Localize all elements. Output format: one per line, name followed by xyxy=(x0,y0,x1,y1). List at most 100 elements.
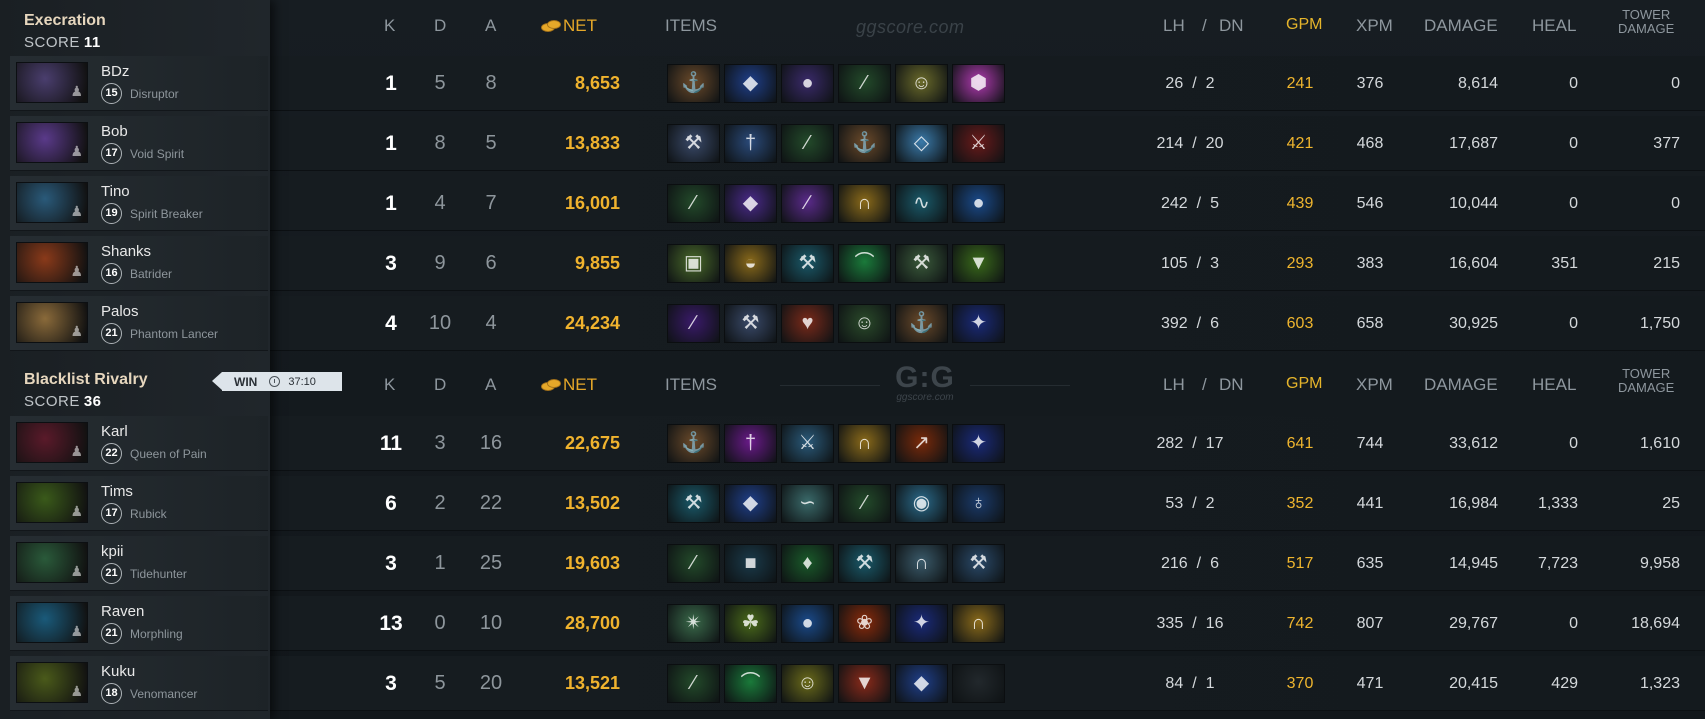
player-card[interactable]: ♟ Shanks 16 Batrider xyxy=(10,236,268,291)
item-slot[interactable]: ⁄ xyxy=(838,64,891,103)
item-slot[interactable]: ⚓ xyxy=(667,64,720,103)
blade-icon: ∕ xyxy=(805,192,810,214)
hero-portrait[interactable]: ♟ xyxy=(16,122,88,163)
item-slot[interactable]: ● xyxy=(952,184,1005,223)
item-slot[interactable]: ▣ xyxy=(667,244,720,283)
player-name[interactable]: Kuku xyxy=(101,663,135,680)
item-slot[interactable]: ⁄ xyxy=(781,124,834,163)
item-slot[interactable]: ⚒ xyxy=(952,544,1005,583)
player-name[interactable]: Raven xyxy=(101,603,144,620)
hero-portrait[interactable]: ♟ xyxy=(16,662,88,703)
player-name[interactable]: Karl xyxy=(101,423,128,440)
item-slot[interactable]: ◉ xyxy=(895,484,948,523)
player-card[interactable]: ♟ Palos 21 Phantom Lancer xyxy=(10,296,268,351)
item-slot[interactable]: ◇ xyxy=(895,124,948,163)
item-slot[interactable]: ⚒ xyxy=(667,484,720,523)
item-slot[interactable]: ∕ xyxy=(667,304,720,343)
player-name[interactable]: Bob xyxy=(101,123,128,140)
item-slot[interactable]: ☺ xyxy=(781,664,834,703)
cloak-icon: ◆ xyxy=(742,492,759,514)
item-slot[interactable]: † xyxy=(724,124,777,163)
player-name[interactable]: Shanks xyxy=(101,243,151,260)
item-slot[interactable]: ⚒ xyxy=(838,544,891,583)
item-slot[interactable]: ♁ xyxy=(952,484,1005,523)
item-slot[interactable]: ◆ xyxy=(724,484,777,523)
tower-header-line2: DAMAGE xyxy=(1618,21,1675,36)
item-slot[interactable]: ❀ xyxy=(838,604,891,643)
item-slot[interactable]: ⚓ xyxy=(838,124,891,163)
item-slot[interactable]: ▼ xyxy=(952,244,1005,283)
player-card[interactable]: ♟ BDz 15 Disruptor xyxy=(10,56,268,111)
item-slot[interactable]: ⌒ xyxy=(724,664,777,703)
player-name[interactable]: Tims xyxy=(101,483,133,500)
item-slot[interactable]: ⚒ xyxy=(724,304,777,343)
item-slot[interactable]: ∕ xyxy=(781,184,834,223)
item-slot[interactable]: ⬢ xyxy=(952,64,1005,103)
hero-name: Phantom Lancer xyxy=(130,327,219,341)
orb-icon: ● xyxy=(801,612,814,634)
item-slot[interactable]: ∩ xyxy=(895,544,948,583)
player-card[interactable]: ♟ Raven 21 Morphling xyxy=(10,596,268,651)
team-name[interactable]: Blacklist Rivalry xyxy=(24,371,148,389)
item-slot[interactable]: ⚓ xyxy=(667,424,720,463)
hero-name: Void Spirit xyxy=(130,147,185,161)
item-slot[interactable]: ⚒ xyxy=(667,124,720,163)
player-card[interactable]: ♟ Bob 17 Void Spirit xyxy=(10,116,268,171)
player-card[interactable]: ♟ Tino 19 Spirit Breaker xyxy=(10,176,268,231)
item-slot[interactable]: ↗ xyxy=(895,424,948,463)
item-slot[interactable]: ▼ xyxy=(838,664,891,703)
item-slot[interactable]: ☺ xyxy=(838,304,891,343)
item-slot[interactable]: ⁄ xyxy=(667,664,720,703)
item-slot[interactable]: ◆ xyxy=(724,64,777,103)
item-slot[interactable]: ⁄ xyxy=(667,544,720,583)
item-slot[interactable]: ∩ xyxy=(838,184,891,223)
item-slot[interactable]: ✦ xyxy=(952,304,1005,343)
item-slot[interactable]: ⚒ xyxy=(781,244,834,283)
hero-portrait[interactable]: ♟ xyxy=(16,182,88,223)
player-card[interactable]: ♟ kpii 21 Tidehunter xyxy=(10,536,268,591)
item-slot[interactable]: ♦ xyxy=(781,544,834,583)
item-slot[interactable]: ☘ xyxy=(724,604,777,643)
hero-portrait[interactable]: ♟ xyxy=(16,422,88,463)
assists-value: 4 xyxy=(485,312,497,334)
hero-portrait[interactable]: ♟ xyxy=(16,542,88,583)
item-slot[interactable]: ◆ xyxy=(724,184,777,223)
player-name[interactable]: Tino xyxy=(101,183,130,200)
hero-portrait[interactable]: ♟ xyxy=(16,62,88,103)
item-slot[interactable]: ● xyxy=(781,64,834,103)
last-hits-denies: 392 / 6 xyxy=(1130,296,1250,351)
hero-portrait[interactable]: ♟ xyxy=(16,242,88,283)
item-slot[interactable]: † xyxy=(724,424,777,463)
player-name[interactable]: kpii xyxy=(101,543,124,560)
item-slot[interactable]: ∽ xyxy=(781,484,834,523)
hero-portrait[interactable]: ♟ xyxy=(16,302,88,343)
item-slot[interactable]: ☺ xyxy=(895,64,948,103)
item-slot[interactable]: ⁄ xyxy=(838,484,891,523)
team-name[interactable]: Execration xyxy=(24,12,106,30)
item-slot[interactable]: ♥ xyxy=(781,304,834,343)
player-card[interactable]: ♟ Kuku 18 Venomancer xyxy=(10,656,268,711)
item-slot[interactable]: ∩ xyxy=(838,424,891,463)
item-slot[interactable]: ∩ xyxy=(952,604,1005,643)
item-slot[interactable]: ◆ xyxy=(895,664,948,703)
item-slot[interactable]: ∿ xyxy=(895,184,948,223)
item-slot[interactable]: ⚓ xyxy=(895,304,948,343)
hero-portrait[interactable]: ♟ xyxy=(16,602,88,643)
column-lh-dn-separator: / xyxy=(1202,375,1207,394)
player-card[interactable]: ♟ Tims 17 Rubick xyxy=(10,476,268,531)
item-slot[interactable]: ⌒ xyxy=(838,244,891,283)
hero-portrait[interactable]: ♟ xyxy=(16,482,88,523)
player-name[interactable]: Palos xyxy=(101,303,139,320)
item-slot[interactable]: ● xyxy=(781,604,834,643)
item-slot[interactable]: ⚒ xyxy=(895,244,948,283)
player-card[interactable]: ♟ Karl 22 Queen of Pain xyxy=(10,416,268,471)
item-slot[interactable]: ⚔ xyxy=(952,124,1005,163)
item-slot[interactable]: ✦ xyxy=(895,604,948,643)
item-slot[interactable]: ✴ xyxy=(667,604,720,643)
item-slot[interactable]: ⁄ xyxy=(667,184,720,223)
player-name[interactable]: BDz xyxy=(101,63,129,80)
item-slot[interactable]: ✦ xyxy=(952,424,1005,463)
item-slot[interactable]: ◒ xyxy=(724,244,777,283)
item-slot[interactable]: ■ xyxy=(724,544,777,583)
item-slot[interactable]: ⚔ xyxy=(781,424,834,463)
